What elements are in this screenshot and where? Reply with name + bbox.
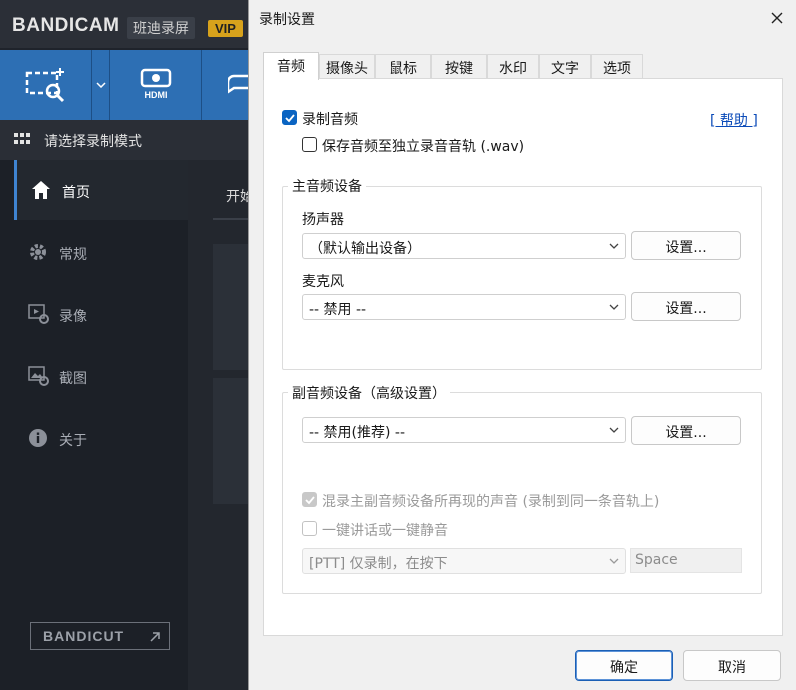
microphone-select-value: -- 禁用 -- — [309, 302, 367, 318]
tab-webcam[interactable]: 摄像头 — [319, 54, 375, 79]
checkmark-icon — [305, 496, 315, 505]
record-audio-label: 录制音频 — [302, 112, 358, 128]
secondary-device-settings-button[interactable]: 设置... — [631, 416, 741, 445]
settings-tabs: 音频 摄像头 鼠标 按键 水印 文字 选项 — [263, 52, 783, 80]
close-button[interactable] — [767, 8, 787, 28]
save-wav-label: 保存音频至独立录音音轨 (.wav) — [322, 139, 525, 155]
secondary-audio-group-title: 副音频设备（高级设置） — [288, 383, 450, 403]
hdmi-record-mode-button[interactable]: HDMI — [110, 50, 202, 120]
bandicam-main-window: BANDICAM 班迪录屏 VIP HDMI 请选择录制模式 首页 常规 录像 … — [0, 0, 260, 690]
chevron-down-icon — [609, 304, 619, 310]
chevron-down-icon — [609, 427, 619, 433]
mix-audio-label: 混录主副音频设备所再现的声音 (录制到同一条音轨上) — [322, 494, 660, 510]
grid-icon — [14, 133, 30, 144]
svg-text:HDMI: HDMI — [145, 90, 168, 100]
sidebar-item-video[interactable]: 录像 — [14, 284, 188, 344]
external-link-icon — [150, 632, 160, 642]
ptt-hotkey-field[interactable]: Space — [630, 548, 742, 573]
speaker-label: 扬声器 — [302, 212, 344, 228]
ok-button[interactable]: 确定 — [575, 650, 673, 681]
ptt-mode-select[interactable]: [PTT] 仅录制，在按下 — [302, 548, 626, 574]
sidebar-item-label: 录像 — [59, 309, 87, 325]
gear-icon — [30, 244, 46, 260]
bandicam-logo: BANDICAM — [12, 15, 119, 37]
sidebar-item-label: 常规 — [59, 247, 87, 263]
sidebar-item-about[interactable]: 关于 — [14, 408, 188, 468]
sidebar-item-label: 截图 — [59, 371, 87, 387]
speaker-select-value: （默认输出设备） — [309, 241, 421, 257]
close-icon — [771, 12, 783, 24]
sidebar-item-home[interactable]: 首页 — [14, 160, 188, 220]
video-settings-icon — [28, 304, 49, 324]
vip-badge[interactable]: VIP — [208, 20, 243, 37]
microphone-select[interactable]: -- 禁用 -- — [302, 294, 626, 320]
sidebar-item-general[interactable]: 常规 — [14, 222, 188, 282]
screen-region-icon — [25, 68, 65, 103]
save-wav-checkbox[interactable] — [302, 137, 317, 152]
tab-text[interactable]: 文字 — [539, 54, 591, 79]
recording-mode-bar: HDMI — [0, 50, 260, 120]
screen-mode-dropdown[interactable] — [92, 50, 110, 120]
help-link[interactable]: [ 帮助 ] — [710, 110, 758, 130]
cancel-button[interactable]: 取消 — [683, 650, 781, 681]
bandicut-logo-button[interactable]: BANDICUT — [30, 622, 170, 650]
secondary-device-select[interactable]: -- 禁用(推荐) -- — [302, 417, 626, 443]
brand-text: BANDICAM — [12, 15, 120, 36]
bandicut-text: BANDICUT — [43, 628, 125, 644]
screen-record-mode-button[interactable] — [0, 50, 92, 120]
checkmark-icon — [285, 114, 295, 123]
brand-subtitle: 班迪录屏 — [127, 17, 195, 39]
sidebar-item-label: 首页 — [62, 185, 90, 201]
record-audio-checkbox[interactable] — [282, 110, 297, 125]
secondary-device-select-value: -- 禁用(推荐) -- — [309, 425, 406, 441]
tab-watermark[interactable]: 水印 — [487, 54, 539, 79]
tab-mouse[interactable]: 鼠标 — [375, 54, 431, 79]
sidebar-item-image[interactable]: 截图 — [14, 346, 188, 406]
ptt-mode-select-value: [PTT] 仅录制，在按下 — [309, 556, 448, 572]
dialog-title: 录制设置 — [259, 12, 315, 28]
chevron-down-icon — [609, 558, 619, 564]
push-to-talk-label: 一键讲话或一键静音 — [322, 523, 448, 539]
tab-audio[interactable]: 音频 — [263, 52, 319, 80]
chevron-down-icon — [609, 243, 619, 249]
image-settings-icon — [28, 366, 49, 386]
primary-audio-group-title: 主音频设备 — [288, 176, 366, 196]
microphone-label: 麦克风 — [302, 274, 344, 290]
microphone-settings-button[interactable]: 设置... — [631, 292, 741, 321]
tab-keys[interactable]: 按键 — [431, 54, 487, 79]
bandicam-titlebar: BANDICAM 班迪录屏 VIP — [0, 0, 260, 48]
speaker-settings-button[interactable]: 设置... — [631, 231, 741, 260]
speaker-select[interactable]: （默认输出设备） — [302, 233, 626, 259]
tab-options[interactable]: 选项 — [591, 54, 643, 79]
push-to-talk-checkbox[interactable] — [302, 521, 317, 536]
hdmi-device-icon: HDMI — [140, 68, 172, 100]
info-icon — [29, 429, 47, 447]
chevron-down-icon — [96, 82, 106, 88]
home-icon — [32, 181, 50, 199]
sidebar-item-label: 关于 — [59, 433, 87, 449]
mix-audio-checkbox[interactable] — [302, 492, 317, 507]
mode-section-title: 请选择录制模式 — [44, 134, 142, 150]
primary-audio-group — [282, 186, 762, 370]
